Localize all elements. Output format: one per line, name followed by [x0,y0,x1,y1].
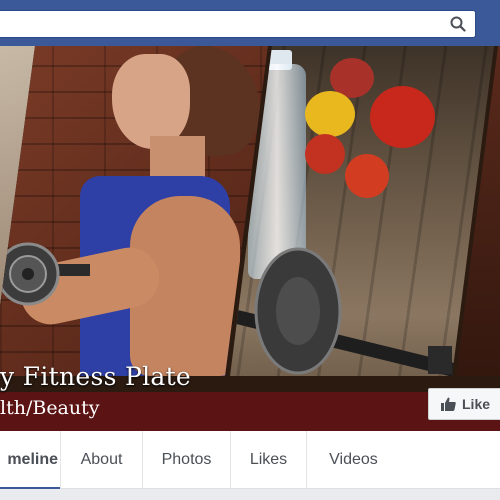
tab-label: Videos [329,451,378,468]
cherry-tomato [305,134,345,174]
dumbbell-left-image [0,242,90,306]
page-title[interactable]: y Fitness Plate [0,362,191,391]
like-button[interactable]: Like [428,388,500,420]
tab-videos[interactable]: Videos [306,431,400,489]
tab-label: Photos [161,451,212,468]
yellow-pepper [305,91,355,137]
tab-timeline[interactable]: meline [0,431,60,489]
tab-label: Likes [249,451,288,468]
red-pepper [370,86,435,148]
like-button-label: Like [462,396,491,412]
search-button[interactable] [441,11,475,37]
tab-likes[interactable]: Likes [230,431,306,489]
cherry-tomato [345,154,389,198]
thumbs-up-icon [441,397,456,411]
page-tab-bar: meline About Photos Likes Videos [0,431,500,489]
page-category: lth/Beauty [0,397,100,419]
dumbbell-right-image [231,247,460,376]
search-icon [450,16,466,32]
athlete-face [112,54,190,149]
top-navigation-bar [0,0,500,46]
tab-label: About [80,451,123,468]
tab-about[interactable]: About [60,431,142,489]
search-input[interactable] [0,10,476,38]
tab-photos[interactable]: Photos [142,431,230,489]
tab-label: meline [7,451,58,468]
